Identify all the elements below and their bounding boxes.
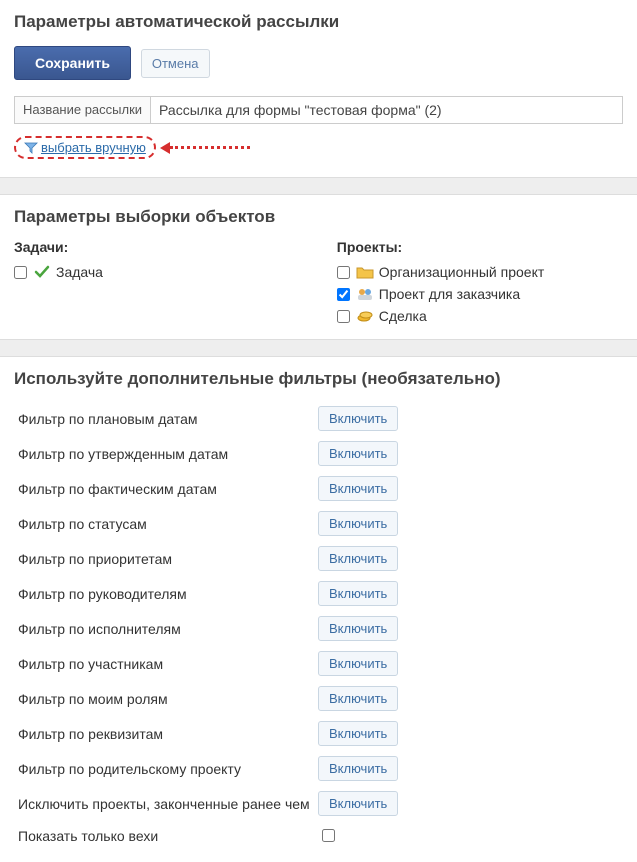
people-icon xyxy=(356,286,374,302)
page-title: Параметры автоматической рассылки xyxy=(14,12,623,32)
filter-label: Фильтр по статусам xyxy=(18,516,318,532)
task-checkbox[interactable] xyxy=(14,266,27,279)
coins-icon xyxy=(356,308,374,324)
filter-enable-button[interactable]: Включить xyxy=(318,511,398,536)
filter-row: Фильтр по фактическим датам Включить xyxy=(18,471,623,506)
project-row[interactable]: Организационный проект xyxy=(337,261,623,283)
filter-enable-button[interactable]: Включить xyxy=(318,686,398,711)
filter-label: Фильтр по руководителям xyxy=(18,586,318,602)
filter-enable-button[interactable]: Включить xyxy=(318,721,398,746)
filter-enable-button[interactable]: Включить xyxy=(318,406,398,431)
divider-2 xyxy=(0,339,637,357)
name-field-label: Название рассылки xyxy=(14,96,150,124)
divider-1 xyxy=(0,177,637,195)
action-row: Сохранить Отмена xyxy=(14,46,623,80)
filter-row: Фильтр по реквизитам Включить xyxy=(18,716,623,751)
tasks-heading: Задачи: xyxy=(14,239,337,255)
project-label-1: Проект для заказчика xyxy=(379,286,520,302)
filter-enable-button[interactable]: Включить xyxy=(318,791,398,816)
funnel-icon xyxy=(24,141,38,155)
project-checkbox-2[interactable] xyxy=(337,310,350,323)
task-row[interactable]: Задача xyxy=(14,261,337,283)
project-row[interactable]: Проект для заказчика xyxy=(337,283,623,305)
filter-label: Фильтр по участникам xyxy=(18,656,318,672)
filter-enable-button[interactable]: Включить xyxy=(318,581,398,606)
projects-column: Проекты: Организационный проект Про xyxy=(337,239,623,327)
filter-label: Фильтр по плановым датам xyxy=(18,411,318,427)
filter-enable-button[interactable]: Включить xyxy=(318,441,398,466)
filter-label: Фильтр по моим ролям xyxy=(18,691,318,707)
projects-heading: Проекты: xyxy=(337,239,623,255)
filter-row: Фильтр по родительскому проекту Включить xyxy=(18,751,623,786)
filter-enable-button[interactable]: Включить xyxy=(318,616,398,641)
annotation-arrow xyxy=(160,142,250,154)
project-label-0: Организационный проект xyxy=(379,264,545,280)
filter-enable-button[interactable]: Включить xyxy=(318,546,398,571)
filter-enable-button[interactable]: Включить xyxy=(318,476,398,501)
filter-row: Фильтр по участникам Включить xyxy=(18,646,623,681)
filter-row: Фильтр по руководителям Включить xyxy=(18,576,623,611)
name-field-input[interactable] xyxy=(150,96,623,124)
project-row[interactable]: Сделка xyxy=(337,305,623,327)
name-row: Название рассылки xyxy=(14,96,623,124)
filter-enable-button[interactable]: Включить xyxy=(318,651,398,676)
filter-label: Фильтр по приоритетам xyxy=(18,551,318,567)
manual-select-highlight: выбрать вручную xyxy=(14,136,156,159)
project-label-2: Сделка xyxy=(379,308,427,324)
header-section: Параметры автоматической рассылки Сохран… xyxy=(0,0,637,177)
selection-section: Параметры выборки объектов Задачи: Задач… xyxy=(0,195,637,339)
filters-section: Используйте дополнительные фильтры (необ… xyxy=(0,357,637,862)
milestones-only-label: Показать только вехи xyxy=(18,828,318,844)
filter-row: Фильтр по моим ролям Включить xyxy=(18,681,623,716)
task-label: Задача xyxy=(56,264,103,280)
filter-label: Фильтр по реквизитам xyxy=(18,726,318,742)
filter-row: Фильтр по приоритетам Включить xyxy=(18,541,623,576)
folder-yellow-icon xyxy=(356,264,374,280)
filter-label: Фильтр по фактическим датам xyxy=(18,481,318,497)
filter-row: Исключить проекты, законченные ранее чем… xyxy=(18,786,623,821)
filter-label: Фильтр по утвержденным датам xyxy=(18,446,318,462)
filter-label: Исключить проекты, законченные ранее чем xyxy=(18,796,318,812)
check-green-icon xyxy=(33,264,51,280)
project-checkbox-1[interactable] xyxy=(337,288,350,301)
filters-title: Используйте дополнительные фильтры (необ… xyxy=(14,369,623,389)
filter-label: Фильтр по исполнителям xyxy=(18,621,318,637)
manual-select-link[interactable]: выбрать вручную xyxy=(41,140,146,155)
filter-label: Фильтр по родительскому проекту xyxy=(18,761,318,777)
milestones-only-checkbox[interactable] xyxy=(322,829,335,842)
filter-row: Фильтр по утвержденным датам Включить xyxy=(18,436,623,471)
filter-row: Фильтр по исполнителям Включить xyxy=(18,611,623,646)
filters-list: Фильтр по плановым датам Включить Фильтр… xyxy=(14,401,623,850)
project-checkbox-0[interactable] xyxy=(337,266,350,279)
selection-title: Параметры выборки объектов xyxy=(14,207,623,227)
cancel-button[interactable]: Отмена xyxy=(141,49,210,78)
filter-row: Фильтр по статусам Включить xyxy=(18,506,623,541)
save-button[interactable]: Сохранить xyxy=(14,46,131,80)
filter-enable-button[interactable]: Включить xyxy=(318,756,398,781)
filter-row: Фильтр по плановым датам Включить xyxy=(18,401,623,436)
milestones-only-row: Показать только вехи xyxy=(18,821,623,850)
tasks-column: Задачи: Задача xyxy=(14,239,337,327)
